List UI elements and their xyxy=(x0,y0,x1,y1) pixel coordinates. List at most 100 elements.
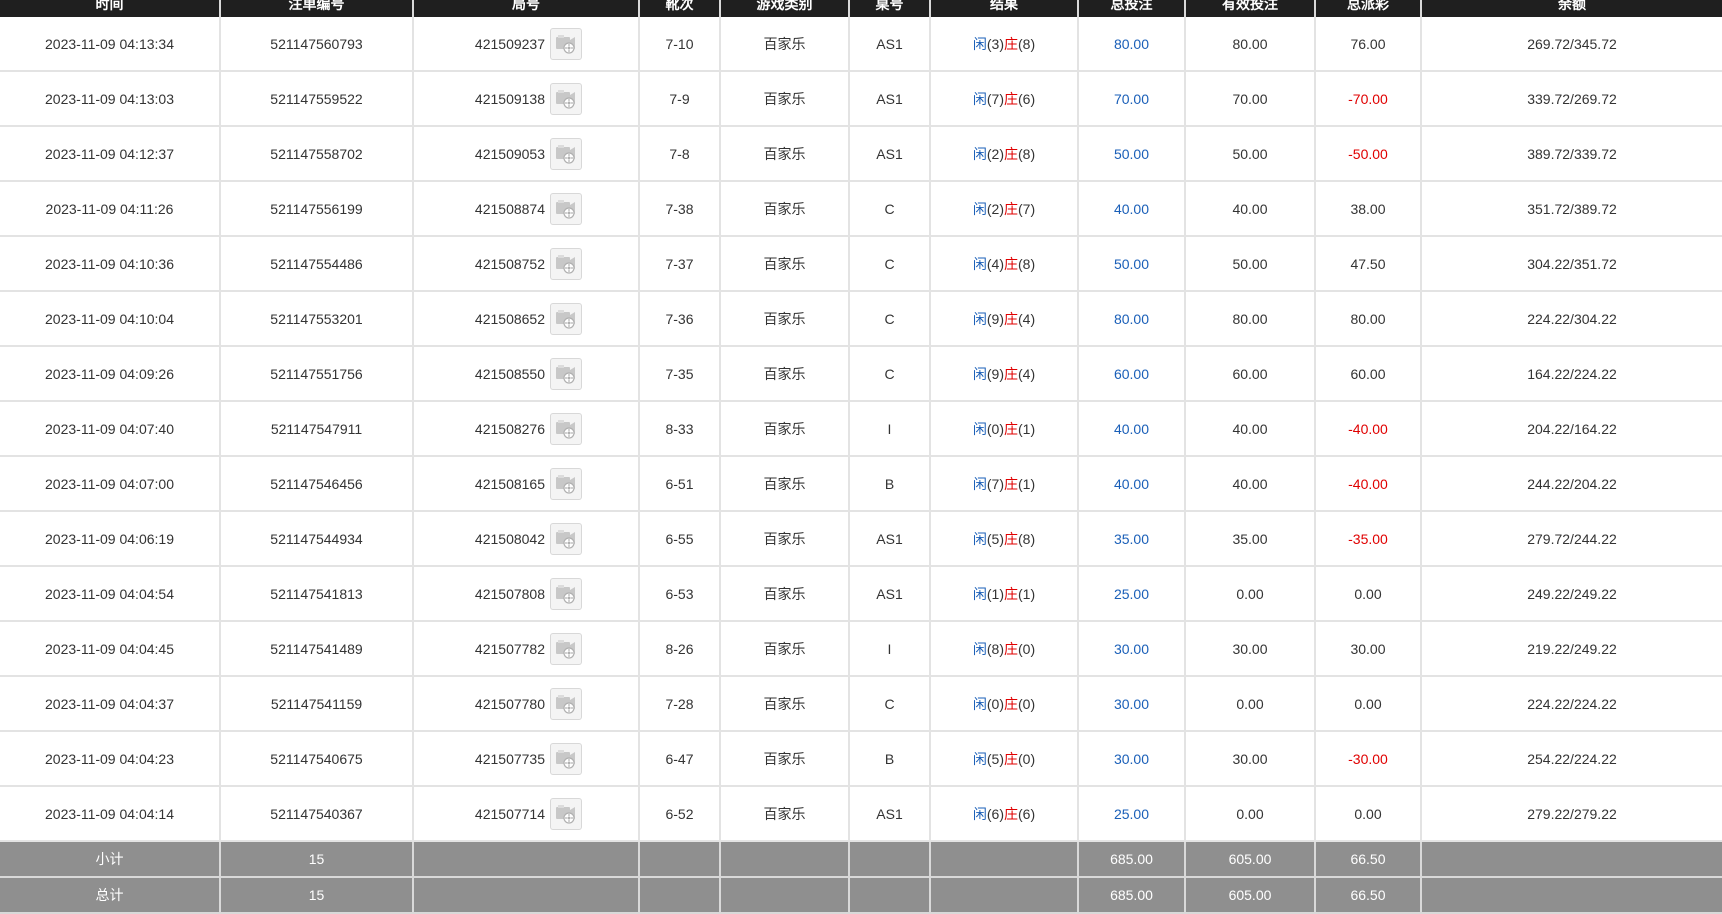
cell-table: I xyxy=(848,401,930,457)
cell-time: 2023-11-09 04:06:19 xyxy=(0,511,220,567)
cell-payout: 0.00 xyxy=(1314,676,1421,732)
cell-bet-id: 521147546456 xyxy=(219,456,413,512)
video-replay-icon[interactable] xyxy=(550,742,582,775)
grand-total-valid-bet: 605.00 xyxy=(1184,877,1315,914)
cell-valid-bet: 40.00 xyxy=(1184,456,1315,512)
subtotal-payout: 66.50 xyxy=(1314,841,1421,878)
cell-round: 421507780 xyxy=(412,676,639,732)
cell-total-bet[interactable]: 35.00 xyxy=(1077,511,1185,567)
cell-total-bet[interactable]: 40.00 xyxy=(1077,456,1185,512)
video-replay-icon[interactable] xyxy=(550,82,582,115)
cell-total-bet[interactable]: 80.00 xyxy=(1077,17,1185,72)
round-number: 421508165 xyxy=(474,475,545,492)
round-number: 421507735 xyxy=(474,750,545,767)
header-col-table: 桌号 xyxy=(848,0,930,17)
cell-total-bet[interactable]: 40.00 xyxy=(1077,181,1185,237)
round-number: 421509237 xyxy=(474,35,545,52)
result-banker-label: 庄 xyxy=(1004,585,1018,602)
video-replay-icon[interactable] xyxy=(550,302,582,335)
round-number: 421508550 xyxy=(474,365,545,382)
video-replay-icon[interactable] xyxy=(550,687,582,720)
cell-total-bet[interactable]: 40.00 xyxy=(1077,401,1185,457)
grand-total-payout: 66.50 xyxy=(1314,877,1421,914)
video-replay-icon[interactable] xyxy=(550,247,582,280)
cell-total-bet[interactable]: 30.00 xyxy=(1077,676,1185,732)
cell-total-bet[interactable]: 70.00 xyxy=(1077,71,1185,127)
cell-table: C xyxy=(848,676,930,732)
video-replay-icon[interactable] xyxy=(550,412,582,445)
bet-records-table: 时间 注单编号 局号 靴次 游戏类别 桌号 结果 总投注 有效投注 总派彩 余额 2023-11-0… xyxy=(0,0,1722,914)
cell-time: 2023-11-09 04:04:54 xyxy=(0,566,220,622)
cell-table: B xyxy=(848,731,930,787)
cell-total-bet[interactable]: 30.00 xyxy=(1077,731,1185,787)
cell-result: 闲(0)庄(0) xyxy=(929,676,1078,732)
result-player-label: 闲 xyxy=(972,310,987,327)
header-col-payout: 总派彩 xyxy=(1314,0,1421,17)
table-row: 2023-11-09 04:07:40 521147547911 421508276… xyxy=(0,401,1722,457)
result-player-label: 闲 xyxy=(972,365,987,382)
cell-balance: 249.22/249.22 xyxy=(1420,566,1722,622)
cell-table: C xyxy=(848,236,930,292)
table-footer: 小计 15 685.00 605.00 66.50 总计 15 685.00 6… xyxy=(0,841,1722,914)
cell-payout: 47.50 xyxy=(1314,236,1421,292)
grand-total-label: 总计 xyxy=(0,877,220,914)
cell-result: 闲(6)庄(6) xyxy=(929,786,1078,842)
table-row: 2023-11-09 04:11:26 521147556199 421508874… xyxy=(0,181,1722,237)
round-number: 421509138 xyxy=(474,90,545,107)
round-number: 421508652 xyxy=(474,310,545,327)
cell-total-bet[interactable]: 50.00 xyxy=(1077,126,1185,182)
video-replay-icon[interactable] xyxy=(550,467,582,500)
result-player-label: 闲 xyxy=(972,200,987,217)
cell-total-bet[interactable]: 25.00 xyxy=(1077,786,1185,842)
cell-total-bet[interactable]: 80.00 xyxy=(1077,291,1185,347)
cell-valid-bet: 0.00 xyxy=(1184,786,1315,842)
result-banker-points: (8) xyxy=(1018,255,1036,272)
cell-game-type: 百家乐 xyxy=(719,236,849,292)
grand-total-row: 总计 15 685.00 605.00 66.50 xyxy=(0,877,1722,914)
cell-balance: 389.72/339.72 xyxy=(1420,126,1722,182)
result-banker-label: 庄 xyxy=(1004,90,1018,107)
video-replay-icon[interactable] xyxy=(550,137,582,170)
cell-total-bet[interactable]: 25.00 xyxy=(1077,566,1185,622)
video-replay-icon[interactable] xyxy=(550,797,582,830)
cell-result: 闲(2)庄(8) xyxy=(929,126,1078,182)
grand-total-count: 15 xyxy=(219,877,413,914)
result-player-points: (0) xyxy=(986,420,1004,437)
cell-game-type: 百家乐 xyxy=(719,181,849,237)
cell-result: 闲(9)庄(4) xyxy=(929,346,1078,402)
cell-bet-id: 521147541489 xyxy=(219,621,413,677)
cell-payout: -35.00 xyxy=(1314,511,1421,567)
cell-total-bet[interactable]: 30.00 xyxy=(1077,621,1185,677)
header-col-game-type: 游戏类别 xyxy=(719,0,849,17)
video-replay-icon[interactable] xyxy=(550,632,582,665)
cell-round: 421508165 xyxy=(412,456,639,512)
cell-payout: -50.00 xyxy=(1314,126,1421,182)
cell-game-type: 百家乐 xyxy=(719,456,849,512)
result-banker-label: 庄 xyxy=(1004,365,1018,382)
result-banker-label: 庄 xyxy=(1004,35,1018,52)
cell-shoe: 6-53 xyxy=(638,566,720,622)
cell-balance: 304.22/351.72 xyxy=(1420,236,1722,292)
cell-total-bet[interactable]: 50.00 xyxy=(1077,236,1185,292)
result-banker-label: 庄 xyxy=(1004,530,1018,547)
result-player-label: 闲 xyxy=(972,90,987,107)
cell-balance: 279.22/279.22 xyxy=(1420,786,1722,842)
cell-game-type: 百家乐 xyxy=(719,566,849,622)
cell-balance: 279.72/244.22 xyxy=(1420,511,1722,567)
video-replay-icon[interactable] xyxy=(550,27,582,60)
cell-shoe: 6-55 xyxy=(638,511,720,567)
cell-time: 2023-11-09 04:04:14 xyxy=(0,786,220,842)
video-replay-icon[interactable] xyxy=(550,192,582,225)
video-replay-icon[interactable] xyxy=(550,357,582,390)
cell-result: 闲(3)庄(8) xyxy=(929,17,1078,72)
cell-total-bet[interactable]: 60.00 xyxy=(1077,346,1185,402)
cell-round: 421508042 xyxy=(412,511,639,567)
cell-game-type: 百家乐 xyxy=(719,71,849,127)
result-banker-label: 庄 xyxy=(1004,255,1018,272)
result-banker-points: (7) xyxy=(1018,200,1036,217)
cell-round: 421508752 xyxy=(412,236,639,292)
video-replay-icon[interactable] xyxy=(550,577,582,610)
table-header: 时间 注单编号 局号 靴次 游戏类别 桌号 结果 总投注 有效投注 总派彩 余额 xyxy=(0,0,1722,17)
table-body: 2023-11-09 04:13:34 521147560793 421509237… xyxy=(0,17,1722,842)
video-replay-icon[interactable] xyxy=(550,522,582,555)
